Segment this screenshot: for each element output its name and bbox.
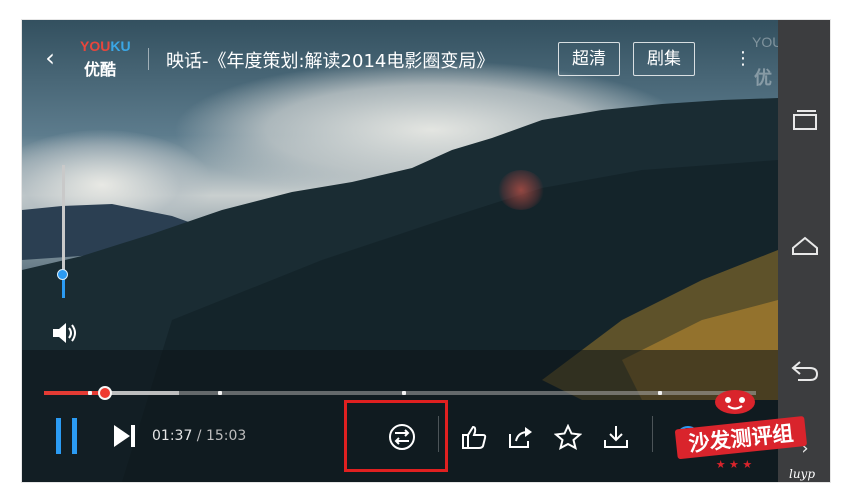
- home-icon[interactable]: [790, 232, 820, 260]
- pause-icon: [56, 418, 61, 454]
- highlight-box: [344, 400, 448, 472]
- divider: [652, 416, 653, 452]
- quality-button[interactable]: 超清: [558, 42, 620, 76]
- back-button[interactable]: ‹: [40, 46, 60, 70]
- volume-slider-handle[interactable]: [57, 269, 68, 281]
- seek-bar-marker: [218, 391, 222, 395]
- pause-icon: [72, 418, 77, 454]
- divider: [438, 416, 439, 452]
- share-icon[interactable]: [506, 424, 534, 450]
- logo-text-zh: 优酷: [84, 60, 117, 79]
- current-time: 01:37: [152, 428, 193, 444]
- favorite-icon[interactable]: [554, 424, 582, 450]
- seek-bar-marker: [88, 391, 92, 395]
- next-icon[interactable]: [110, 422, 138, 450]
- pause-button[interactable]: [52, 418, 82, 454]
- download-icon[interactable]: [602, 424, 630, 450]
- stamp-stars: ★ ★ ★: [716, 458, 753, 471]
- video-title: 映话-《年度策划:解读2014电影圈变局》: [166, 51, 495, 72]
- seek-bar-played: [44, 391, 106, 395]
- time-separator: /: [192, 428, 206, 444]
- logo-text-en: YOUKU: [80, 38, 131, 54]
- more-menu-button[interactable]: ⋮: [734, 44, 752, 74]
- playback-time: 01:37 / 15:03: [152, 428, 246, 444]
- title-divider: [148, 48, 149, 70]
- total-time: 15:03: [205, 428, 247, 444]
- seek-bar-marker: [402, 391, 406, 395]
- recent-apps-icon[interactable]: [790, 106, 820, 134]
- like-icon[interactable]: [460, 424, 488, 450]
- control-bar: 01:37 / 15:03: [22, 400, 778, 482]
- top-bar: ‹ YOUKU 优酷 映话-《年度策划:解读2014电影圈变局》 超清 剧集 ⋮…: [22, 20, 802, 94]
- episodes-button[interactable]: 剧集: [633, 42, 695, 76]
- shafa-review-stamp: 沙发测评组 ★ ★ ★ luyp: [675, 390, 815, 481]
- seek-bar-marker: [658, 391, 662, 395]
- volume-icon[interactable]: [50, 320, 80, 346]
- lens-flare: [498, 170, 544, 210]
- stamp-signature: luyp: [789, 467, 815, 481]
- watermark-zh: 优: [754, 68, 772, 89]
- back-icon[interactable]: [790, 356, 820, 384]
- youku-logo: YOUKU 优酷: [78, 38, 134, 79]
